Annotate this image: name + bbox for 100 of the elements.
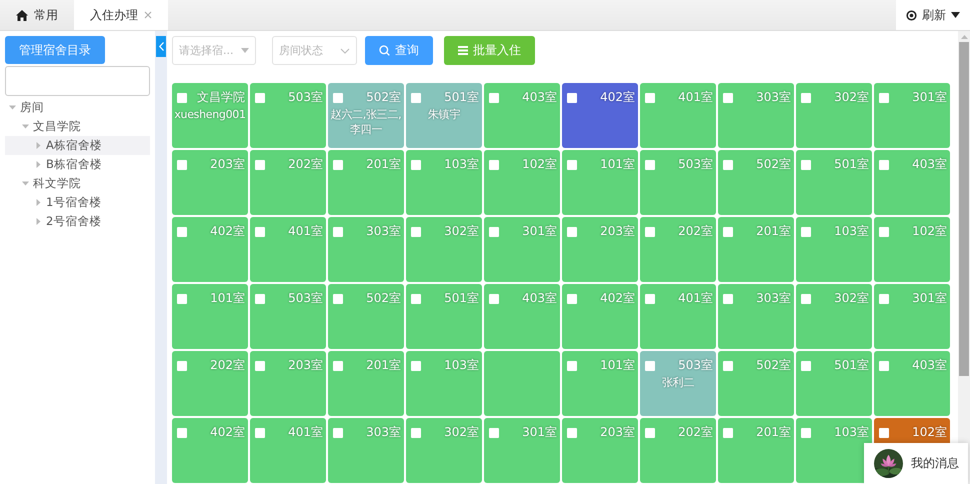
room-tile[interactable]: 401室 bbox=[640, 284, 716, 349]
checkbox[interactable] bbox=[255, 92, 265, 102]
tree-item[interactable]: 房间 bbox=[5, 98, 150, 117]
room-tile[interactable]: 403室 bbox=[484, 284, 560, 349]
room-tile[interactable]: 501室 bbox=[406, 284, 482, 349]
checkbox[interactable] bbox=[645, 360, 655, 370]
checkbox[interactable] bbox=[567, 226, 577, 236]
room-tile[interactable]: 402室 bbox=[172, 418, 248, 483]
checkbox[interactable] bbox=[489, 428, 499, 438]
checkbox[interactable] bbox=[801, 160, 811, 170]
checkbox[interactable] bbox=[333, 294, 343, 304]
checkbox[interactable] bbox=[177, 360, 187, 370]
room-tile[interactable]: 103室 bbox=[406, 351, 482, 416]
checkbox[interactable] bbox=[879, 428, 889, 438]
room-tile[interactable]: 401室 bbox=[640, 83, 716, 148]
room-tile[interactable]: 101室 bbox=[562, 351, 638, 416]
tab[interactable]: 入住办理 bbox=[74, 0, 168, 30]
room-tile[interactable]: 201室 bbox=[718, 418, 794, 483]
tree-item[interactable]: A栋宿舍楼 bbox=[5, 136, 150, 155]
room-tile[interactable]: 403室 bbox=[874, 150, 950, 215]
room-tile[interactable]: 302室 bbox=[796, 83, 872, 148]
room-tile[interactable]: 201室 bbox=[328, 351, 404, 416]
checkbox[interactable] bbox=[723, 294, 733, 304]
batch-check-in-button[interactable]: 批量入住 bbox=[444, 36, 535, 65]
room-tile[interactable]: 402室 bbox=[562, 83, 638, 148]
refresh-button[interactable]: 刷新 bbox=[896, 0, 970, 30]
checkbox[interactable] bbox=[801, 428, 811, 438]
manage-directory-button[interactable]: 管理宿舍目录 bbox=[5, 36, 105, 64]
room-tile[interactable]: 301室 bbox=[874, 284, 950, 349]
room-tile[interactable]: 202室 bbox=[640, 418, 716, 483]
checkbox[interactable] bbox=[723, 92, 733, 102]
tree-item[interactable]: 1号宿舍楼 bbox=[5, 193, 150, 212]
room-tile[interactable]: 202室 bbox=[172, 351, 248, 416]
room-tile[interactable]: 501室 朱镇宇 bbox=[406, 83, 482, 148]
room-tile[interactable]: 502室 赵六二,张三二,李四一 bbox=[328, 83, 404, 148]
room-tile[interactable]: 502室 bbox=[328, 284, 404, 349]
room-tile[interactable] bbox=[484, 351, 560, 416]
checkbox[interactable] bbox=[567, 360, 577, 370]
search-button[interactable]: 查询 bbox=[365, 36, 433, 65]
room-tile[interactable]: 503室 张利二 bbox=[640, 351, 716, 416]
checkbox[interactable] bbox=[801, 92, 811, 102]
room-tile[interactable]: 501室 bbox=[796, 150, 872, 215]
room-tile[interactable]: 502室 bbox=[718, 150, 794, 215]
checkbox[interactable] bbox=[255, 226, 265, 236]
collapsed-caret-icon[interactable] bbox=[35, 142, 42, 149]
room-tile[interactable]: 103室 bbox=[406, 150, 482, 215]
checkbox[interactable] bbox=[411, 294, 421, 304]
checkbox[interactable] bbox=[879, 92, 889, 102]
room-tile[interactable]: 301室 bbox=[484, 217, 560, 282]
checkbox[interactable] bbox=[255, 160, 265, 170]
checkbox[interactable] bbox=[411, 92, 421, 102]
tree-item[interactable]: 文昌学院 bbox=[5, 117, 150, 136]
room-tile[interactable]: 502室 bbox=[718, 351, 794, 416]
checkbox[interactable] bbox=[177, 160, 187, 170]
collapsed-caret-icon[interactable] bbox=[35, 218, 42, 225]
checkbox[interactable] bbox=[255, 428, 265, 438]
room-tile[interactable]: 203室 bbox=[172, 150, 248, 215]
checkbox[interactable] bbox=[645, 294, 655, 304]
expanded-caret-icon[interactable] bbox=[9, 104, 16, 111]
checkbox[interactable] bbox=[645, 226, 655, 236]
checkbox[interactable] bbox=[489, 92, 499, 102]
checkbox[interactable] bbox=[879, 226, 889, 236]
room-tile[interactable]: 303室 bbox=[718, 284, 794, 349]
room-tile[interactable]: 503室 bbox=[250, 83, 326, 148]
checkbox[interactable] bbox=[645, 92, 655, 102]
scrollbar[interactable] bbox=[958, 31, 970, 484]
room-tile[interactable]: 401室 bbox=[250, 217, 326, 282]
room-tile[interactable]: 401室 bbox=[250, 418, 326, 483]
checkbox[interactable] bbox=[879, 160, 889, 170]
checkbox[interactable] bbox=[645, 160, 655, 170]
expanded-caret-icon[interactable] bbox=[22, 180, 29, 187]
tree-item[interactable]: 2号宿舍楼 bbox=[5, 212, 150, 231]
checkbox[interactable] bbox=[255, 360, 265, 370]
room-tile[interactable]: 203室 bbox=[562, 418, 638, 483]
checkbox[interactable] bbox=[333, 92, 343, 102]
room-tile[interactable]: 303室 bbox=[328, 418, 404, 483]
room-tile[interactable]: 文昌学院 xuesheng001 bbox=[172, 83, 248, 148]
search-field[interactable] bbox=[5, 66, 150, 96]
close-icon[interactable] bbox=[144, 11, 152, 19]
room-tile[interactable]: 201室 bbox=[718, 217, 794, 282]
select-field[interactable]: 请选择宿... bbox=[172, 36, 256, 65]
checkbox[interactable] bbox=[645, 428, 655, 438]
checkbox[interactable] bbox=[333, 360, 343, 370]
room-tile[interactable]: 203室 bbox=[562, 217, 638, 282]
room-tile[interactable]: 103室 bbox=[796, 217, 872, 282]
checkbox[interactable] bbox=[177, 428, 187, 438]
room-tile[interactable]: 403室 bbox=[484, 83, 560, 148]
room-tile[interactable]: 302室 bbox=[796, 284, 872, 349]
room-tile[interactable]: 301室 bbox=[484, 418, 560, 483]
room-tile[interactable]: 101室 bbox=[172, 284, 248, 349]
checkbox[interactable] bbox=[567, 428, 577, 438]
tab[interactable]: 常用 bbox=[0, 0, 74, 30]
collapse-button[interactable] bbox=[156, 36, 166, 57]
checkbox[interactable] bbox=[723, 360, 733, 370]
checkbox[interactable] bbox=[411, 160, 421, 170]
room-tile[interactable]: 302室 bbox=[406, 217, 482, 282]
checkbox[interactable] bbox=[489, 294, 499, 304]
checkbox[interactable] bbox=[801, 226, 811, 236]
room-tile[interactable]: 301室 bbox=[874, 83, 950, 148]
checkbox[interactable] bbox=[879, 360, 889, 370]
